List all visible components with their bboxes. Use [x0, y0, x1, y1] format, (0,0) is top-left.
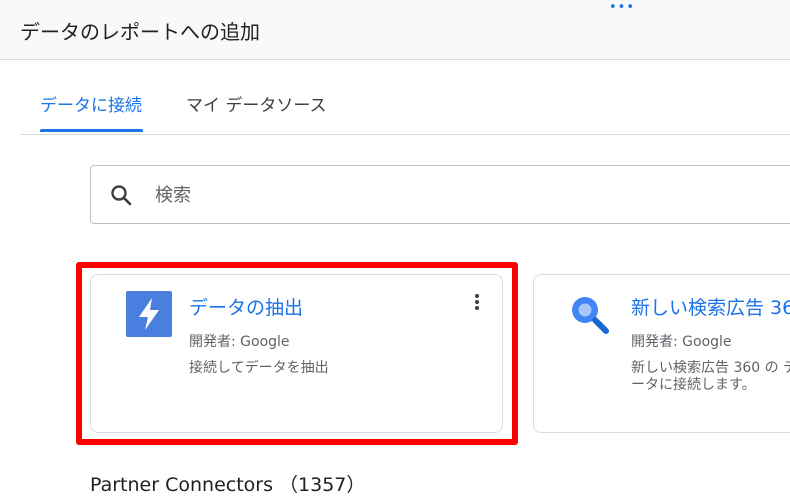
search-ads-360-icon: [572, 297, 609, 334]
card-title[interactable]: 新しい検索広告 36: [631, 293, 790, 320]
tab-connect-to-data[interactable]: データに接続: [40, 91, 142, 116]
active-tab-indicator: [40, 129, 143, 132]
connector-card-search-ads-360[interactable]: 新しい検索広告 36 開発者: Google 新しい検索広告 360 の データ…: [533, 274, 790, 433]
search-box[interactable]: [90, 165, 790, 224]
highlight-annotation: [76, 262, 518, 445]
tab-my-data-sources[interactable]: マイ データソース: [186, 91, 327, 116]
dialog-title: データのレポートへの追加: [20, 20, 260, 44]
search-section: [0, 136, 790, 254]
tab-bar: データに接続 マイ データソース: [20, 61, 790, 135]
drag-handle-icon[interactable]: •••: [609, 1, 635, 14]
dialog-header: データのレポートへの追加 •••: [0, 0, 790, 60]
card-description: 新しい検索広告 360 の データに接続します。: [631, 360, 790, 393]
card-developer: 開発者: Google: [631, 334, 732, 350]
search-input[interactable]: [153, 176, 717, 214]
partner-connectors-heading: Partner Connectors （1357）: [90, 474, 366, 496]
search-icon[interactable]: [109, 183, 133, 207]
